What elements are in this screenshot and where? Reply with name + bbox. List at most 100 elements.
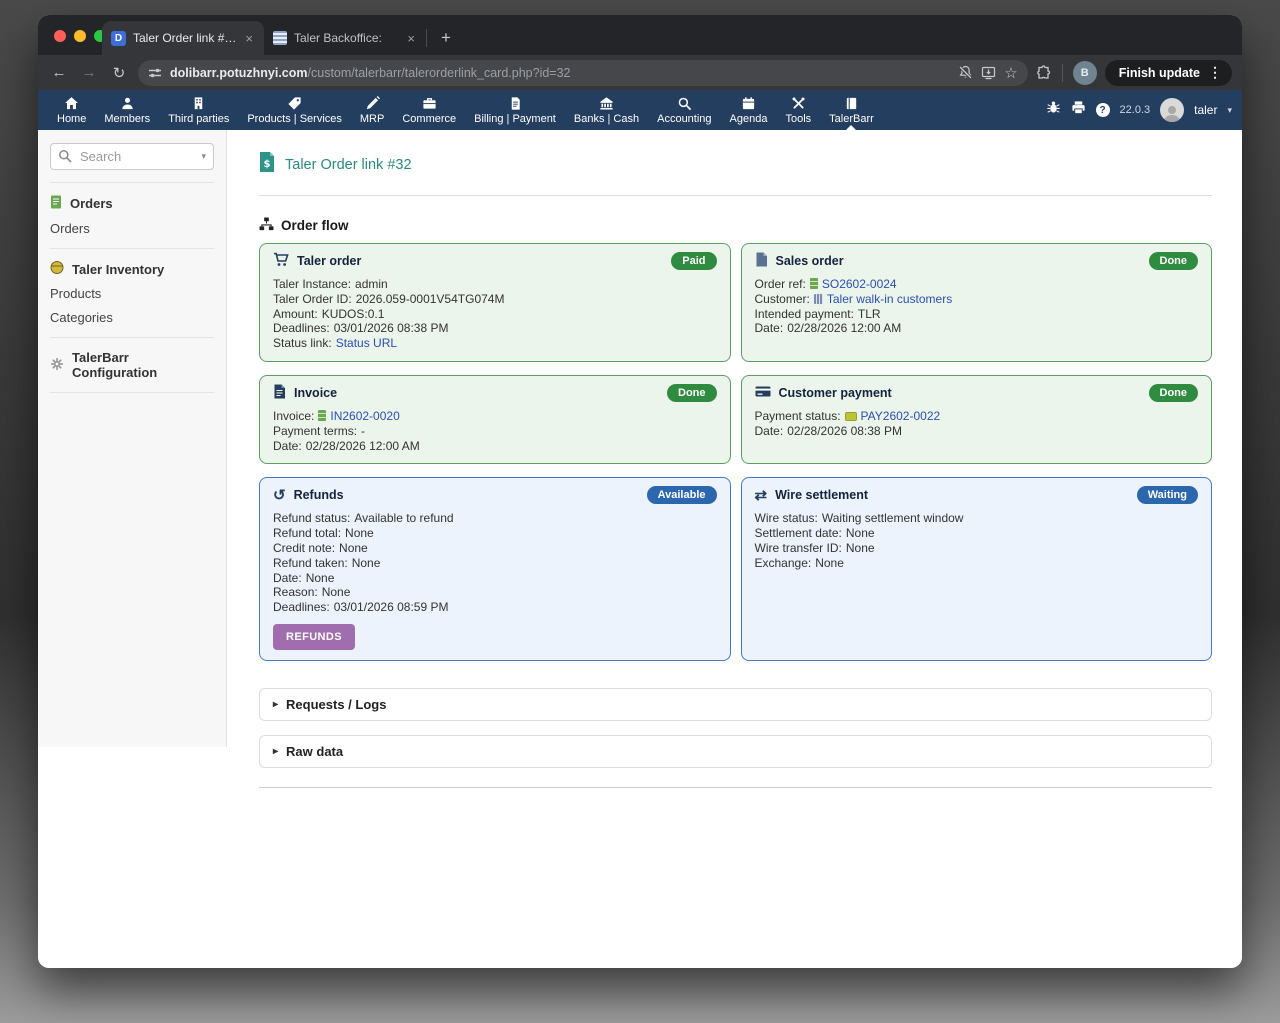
help-icon[interactable]: ? [1096, 103, 1110, 117]
nav-label: Members [104, 113, 150, 125]
finish-update-label: Finish update [1119, 66, 1200, 80]
card-title: Customer payment [779, 386, 892, 400]
browser-profile-avatar[interactable]: B [1073, 61, 1097, 85]
status-badge: Done [1149, 252, 1199, 270]
card-title: Taler order [297, 254, 361, 268]
close-tab-icon[interactable]: × [405, 31, 417, 46]
field-payment-status: Payment status:PAY2602-0022 [755, 409, 1199, 424]
nav-item-mrp[interactable]: MRP [351, 90, 393, 130]
nav-item-billing-payment[interactable]: Billing | Payment [465, 90, 565, 130]
collapsed-chevron-icon: ▸ [273, 699, 278, 710]
sidebar-section-talerbarr-configuration[interactable]: TalerBarr Configuration [50, 350, 214, 380]
nav-item-tools[interactable]: Tools [776, 90, 820, 130]
nav-item-talerbarr[interactable]: TalerBarr [820, 90, 883, 130]
new-tab-button[interactable]: + [427, 21, 463, 55]
panel-label: Raw data [286, 744, 343, 759]
notifications-blocked-icon[interactable] [958, 65, 973, 80]
nav-item-accounting[interactable]: Accounting [648, 90, 720, 130]
building-icon [191, 96, 206, 111]
nav-item-banks-cash[interactable]: Banks | Cash [565, 90, 648, 130]
browser-menu-icon[interactable]: ⋮ [1208, 64, 1222, 81]
reload-icon[interactable]: ↻ [108, 64, 130, 82]
invoice-icon [273, 384, 286, 402]
nav-item-third-parties[interactable]: Third parties [159, 90, 238, 130]
taler-order-doc-icon: $ [259, 152, 275, 177]
panel-label: Requests / Logs [286, 697, 386, 712]
nav-label: MRP [360, 113, 384, 125]
top-menu-right-tools: ? 22.0.3 taler ▾ [1046, 98, 1232, 122]
page-content: ▾ Orders Orders Taler Inventory Products… [38, 130, 1242, 968]
company-icon [814, 294, 823, 304]
nav-item-products-services[interactable]: Products | Services [238, 90, 351, 130]
dolibarr-top-menu: Home Members Third parties Products | Se… [38, 90, 1242, 130]
panel-raw-data[interactable]: ▸ Raw data [259, 735, 1212, 768]
extensions-puzzle-icon[interactable] [1036, 65, 1052, 81]
inventory-box-icon [50, 261, 64, 277]
sidebar-item-products[interactable]: Products [50, 286, 214, 301]
nav-item-home[interactable]: Home [48, 90, 95, 130]
search-dropdown-chevron-icon[interactable]: ▾ [201, 151, 206, 162]
gear-icon [50, 357, 64, 374]
field-status-link: Status link:Status URL [273, 336, 717, 351]
debug-bug-icon[interactable] [1046, 100, 1061, 120]
print-icon[interactable] [1071, 100, 1086, 120]
address-bar[interactable]: dolibarr.potuzhnyi.com/custom/talerbarr/… [138, 60, 1028, 86]
user-menu-chevron-down-icon[interactable]: ▾ [1227, 105, 1232, 116]
field-date: Date:02/28/2026 12:00 AM [755, 321, 1199, 336]
user-avatar[interactable] [1160, 98, 1184, 122]
nav-label: Tools [785, 113, 811, 125]
sidebar: ▾ Orders Orders Taler Inventory Products… [38, 130, 227, 747]
bank-icon [599, 96, 614, 111]
undo-icon: ↺ [273, 488, 286, 503]
tab-strip: D Taler Order link #32 × Taler Backoffic… [102, 21, 463, 55]
payment-link[interactable]: PAY2602-0022 [861, 409, 941, 423]
sidebar-item-categories[interactable]: Categories [50, 310, 214, 325]
finish-update-button[interactable]: Finish update ⋮ [1105, 60, 1232, 86]
url-text[interactable]: dolibarr.potuzhnyi.com/custom/talerbarr/… [170, 66, 950, 80]
bookmark-star-icon[interactable]: ☆ [1004, 64, 1017, 82]
tab-title: Taler Backoffice: [294, 31, 398, 45]
back-icon[interactable]: ← [48, 64, 70, 81]
close-tab-icon[interactable]: × [243, 31, 255, 46]
nav-label: Billing | Payment [474, 113, 556, 125]
sales-order-link[interactable]: SO2602-0024 [822, 277, 897, 291]
panel-requests-logs[interactable]: ▸ Requests / Logs [259, 688, 1212, 721]
nav-item-agenda[interactable]: Agenda [721, 90, 777, 130]
field-invoice-ref: Invoice:IN2602-0020 [273, 409, 717, 424]
customer-link[interactable]: Taler walk-in customers [827, 292, 952, 306]
file-icon [755, 252, 768, 270]
refunds-button[interactable]: REFUNDS [273, 624, 355, 650]
tab-taler-order-link[interactable]: D Taler Order link #32 × [102, 21, 264, 55]
sidebar-divider [50, 392, 214, 393]
nav-label: Third parties [168, 113, 229, 125]
field-deadlines: Deadlines:03/01/2026 08:38 PM [273, 321, 717, 336]
sidebar-search: ▾ [50, 143, 214, 170]
sidebar-section-orders[interactable]: Orders [50, 195, 214, 212]
field-refund-taken: Refund taken:None [273, 556, 717, 571]
book-icon [844, 96, 859, 111]
username-label[interactable]: taler [1194, 103, 1217, 117]
page-title-row: $ Taler Order link #32 [259, 152, 1212, 177]
version-label: 22.0.3 [1120, 104, 1151, 116]
title-divider [259, 195, 1212, 196]
tab-taler-backoffice[interactable]: Taler Backoffice: × [264, 21, 426, 55]
forward-icon[interactable]: → [78, 64, 100, 81]
field-reason: Reason:None [273, 585, 717, 600]
invoice-link[interactable]: IN2602-0020 [330, 409, 399, 423]
titlebar: D Taler Order link #32 × Taler Backoffic… [38, 15, 1242, 55]
nav-item-commerce[interactable]: Commerce [393, 90, 465, 130]
install-app-icon[interactable] [981, 65, 996, 80]
nav-label: Commerce [402, 113, 456, 125]
field-amount: Amount:KUDOS:0.1 [273, 307, 717, 322]
minimize-window-button[interactable] [74, 30, 86, 42]
field-credit-note: Credit note:None [273, 541, 717, 556]
nav-item-members[interactable]: Members [95, 90, 159, 130]
credit-card-icon [755, 385, 771, 401]
close-window-button[interactable] [54, 30, 66, 42]
status-badge: Waiting [1137, 486, 1198, 504]
sidebar-item-orders[interactable]: Orders [50, 221, 214, 236]
site-settings-icon[interactable] [148, 66, 162, 80]
search-input[interactable] [50, 143, 214, 170]
sidebar-section-taler-inventory[interactable]: Taler Inventory [50, 261, 214, 277]
status-url-link[interactable]: Status URL [336, 336, 397, 350]
